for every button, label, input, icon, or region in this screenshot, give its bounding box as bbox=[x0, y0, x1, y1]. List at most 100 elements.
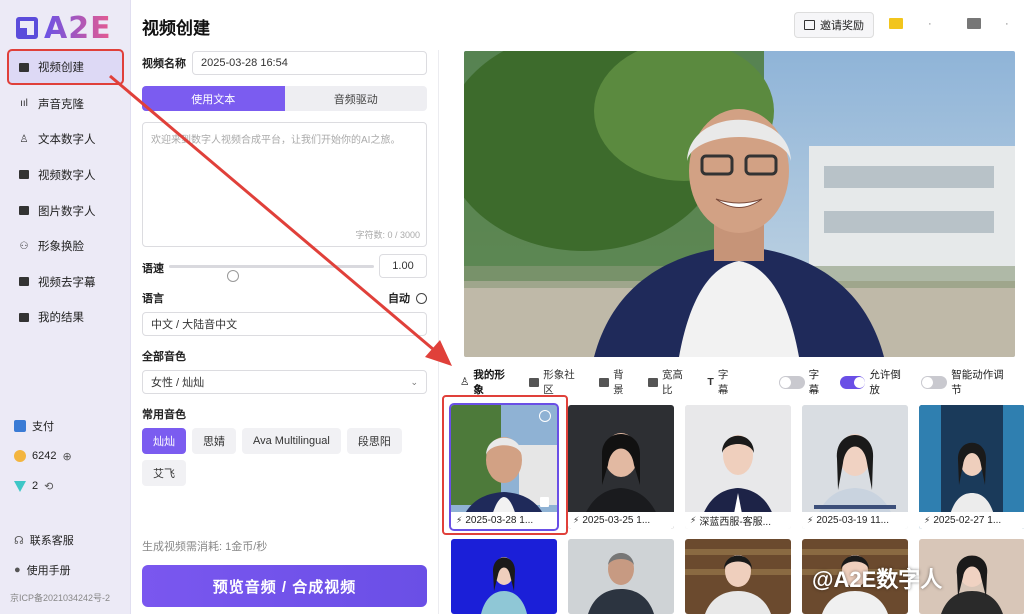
pay-link[interactable]: 支付 bbox=[14, 411, 124, 441]
preview-portrait-image bbox=[464, 51, 1015, 357]
avatar-thumbnail bbox=[451, 539, 557, 614]
sidebar-item-voice-clone[interactable]: ııl 声音克隆 bbox=[8, 86, 123, 122]
icp-license[interactable]: 京ICP备2021034242号-2 bbox=[10, 591, 110, 604]
avatar-caption: ⚡ 2025-03-25 1... bbox=[568, 512, 674, 529]
tab-my-avatars[interactable]: ♙ 我的形象 bbox=[460, 367, 515, 397]
sidebar-item-video-create[interactable]: 视频创建 bbox=[7, 49, 124, 85]
sidebar-item-label: 文本数字人 bbox=[38, 134, 96, 147]
sidebar-item-video-avatar[interactable]: 视频数字人 bbox=[8, 157, 123, 193]
sidebar-item-subtitle-remove[interactable]: 视频去字幕 bbox=[8, 264, 123, 300]
coin-icon bbox=[14, 450, 26, 462]
sidebar-item-my-results[interactable]: 我的结果 bbox=[8, 300, 123, 336]
invite-button[interactable]: 邀请奖励 bbox=[794, 12, 874, 38]
bolt-icon: ⚡ bbox=[807, 515, 814, 525]
voice-select[interactable]: 女性 / 灿灿 ⌄ bbox=[142, 370, 427, 394]
tab-use-text[interactable]: 使用文本 bbox=[142, 86, 285, 111]
coin-count: 6242 bbox=[32, 450, 57, 462]
avatar-card[interactable]: ⚡ 2025-02-27 1... bbox=[919, 405, 1024, 529]
video-name-row: 视频名称 2025-03-28 16:54 bbox=[142, 50, 427, 76]
zoom-icon[interactable] bbox=[539, 410, 551, 422]
avatar-card[interactable]: ⚡ 2025-03-28 1... bbox=[449, 403, 559, 531]
script-placeholder: 欢迎来到数字人视频合成平台，让我们开始你的AI之旅。 bbox=[151, 135, 401, 146]
avatar-thumbnail bbox=[568, 405, 674, 529]
avatar-caption-text: 深蓝西服-客服... bbox=[699, 517, 771, 528]
speed-slider[interactable] bbox=[169, 265, 374, 282]
add-coins-icon[interactable]: ⊕ bbox=[62, 450, 71, 463]
common-voices-row: 常用音色 灿灿 思婧 Ava Multilingual 段思阳 艾飞 bbox=[142, 406, 427, 486]
speed-slider-handle[interactable] bbox=[227, 270, 239, 282]
smart-motion-toggle[interactable] bbox=[921, 375, 948, 389]
logo-text: A2E bbox=[44, 10, 112, 46]
subtitle-remove-icon bbox=[18, 276, 30, 288]
gift-icon bbox=[804, 20, 815, 30]
toggle-label: 智能动作调节 bbox=[951, 369, 1004, 396]
video-avatar-icon bbox=[18, 169, 30, 181]
aspect-ratio-icon bbox=[648, 377, 658, 387]
tab-label: 形象社区 bbox=[543, 369, 575, 396]
voice-chip[interactable]: Ava Multilingual bbox=[242, 428, 341, 454]
notification-flag-icon[interactable] bbox=[889, 18, 903, 32]
voice-chip[interactable]: 灿灿 bbox=[142, 428, 186, 454]
tab-audio-driven[interactable]: 音频驱动 bbox=[285, 86, 428, 111]
avatar-card[interactable]: ⚡ 2025-03-19 11... bbox=[802, 405, 908, 529]
tab-subtitle[interactable]: T 字幕 bbox=[707, 367, 738, 397]
waveform-icon: ııl bbox=[20, 98, 28, 110]
language-label: 语言 bbox=[142, 293, 164, 305]
speed-input[interactable]: 1.00 bbox=[379, 254, 427, 278]
sidebar-item-label: 视频数字人 bbox=[38, 169, 96, 182]
language-select[interactable]: 中文 / 大陆音中文 bbox=[142, 312, 427, 336]
reverse-play-toggle[interactable] bbox=[839, 375, 866, 389]
community-icon bbox=[529, 377, 540, 387]
sidebar-item-image-avatar[interactable]: 图片数字人 bbox=[8, 193, 123, 229]
avatar-card[interactable] bbox=[685, 539, 791, 614]
sidebar-item-text-avatar[interactable]: ♙ 文本数字人 bbox=[8, 122, 123, 158]
logo[interactable]: A2E bbox=[16, 10, 112, 46]
refresh-icon[interactable]: ⟲ bbox=[44, 480, 53, 493]
avatar-caption: ⚡ 2025-03-28 1... bbox=[451, 512, 557, 529]
voice-chip[interactable]: 思婧 bbox=[192, 428, 236, 454]
text-avatar-icon: ♙ bbox=[19, 133, 29, 145]
all-voices-row: 全部音色 女性 / 灿灿 ⌄ bbox=[142, 348, 427, 394]
folder-icon[interactable] bbox=[967, 18, 981, 32]
script-textarea[interactable]: 欢迎来到数字人视频合成平台，让我们开始你的AI之旅。 字符数: 0 / 3000 bbox=[142, 122, 427, 247]
avatar-card[interactable]: ⚡ 2025-03-25 1... bbox=[568, 405, 674, 529]
dot-icon: · bbox=[1005, 18, 1009, 30]
image-avatar-icon bbox=[18, 205, 30, 217]
help-panel: ☊ 联系客服 ● 使用手册 bbox=[14, 525, 124, 585]
video-name-input[interactable]: 2025-03-28 16:54 bbox=[192, 51, 427, 75]
avatar-card[interactable] bbox=[568, 539, 674, 614]
voice-chip[interactable]: 艾飞 bbox=[142, 460, 186, 486]
video-preview bbox=[464, 51, 1015, 357]
tab-avatar-community[interactable]: 形象社区 bbox=[529, 367, 585, 397]
preview-synthesize-button[interactable]: 预览音频 / 合成视频 bbox=[142, 565, 427, 607]
avatar-card[interactable]: ⚡ 深蓝西服-客服... bbox=[685, 405, 791, 529]
reverse-play-toggle-row: 允许倒放 bbox=[839, 367, 912, 397]
delete-icon[interactable] bbox=[540, 497, 549, 507]
tab-aspect-ratio[interactable]: 宽高比 bbox=[648, 367, 693, 397]
avatar-caption-text: 2025-03-25 1... bbox=[582, 515, 651, 526]
pay-icon bbox=[14, 420, 26, 432]
avatar-caption: ⚡ 2025-03-19 11... bbox=[802, 512, 908, 529]
manual-link[interactable]: ● 使用手册 bbox=[14, 555, 124, 585]
sidebar-item-label: 形象换脸 bbox=[38, 241, 84, 254]
bolt-icon: ⚡ bbox=[924, 515, 931, 525]
sidebar-item-face-swap[interactable]: ⚇ 形象换脸 bbox=[8, 228, 123, 264]
tab-background[interactable]: 背景 bbox=[599, 367, 634, 397]
avatar-caption: ⚡ 2025-02-27 1... bbox=[919, 512, 1024, 529]
auto-label: 自动 bbox=[388, 293, 410, 305]
avatar-caption-text: 2025-03-28 1... bbox=[465, 515, 534, 526]
bolt-icon: ⚡ bbox=[573, 515, 580, 525]
avatar-thumbnail bbox=[919, 405, 1024, 529]
voice-chip[interactable]: 段思阳 bbox=[346, 428, 402, 454]
cost-text: 生成视频需消耗: 1金币/秒 bbox=[142, 541, 268, 553]
face-swap-icon: ⚇ bbox=[19, 240, 29, 252]
toggle-label: 允许倒放 bbox=[869, 369, 901, 396]
pay-label: 支付 bbox=[32, 421, 54, 433]
panel-divider bbox=[438, 50, 439, 614]
auto-detect[interactable]: 自动 bbox=[388, 290, 427, 306]
subtitle-toggle[interactable] bbox=[778, 375, 805, 389]
avatar-card[interactable] bbox=[451, 539, 557, 614]
dot-icon: · bbox=[928, 18, 932, 30]
logo-icon bbox=[16, 17, 38, 39]
support-link[interactable]: ☊ 联系客服 bbox=[14, 525, 124, 555]
